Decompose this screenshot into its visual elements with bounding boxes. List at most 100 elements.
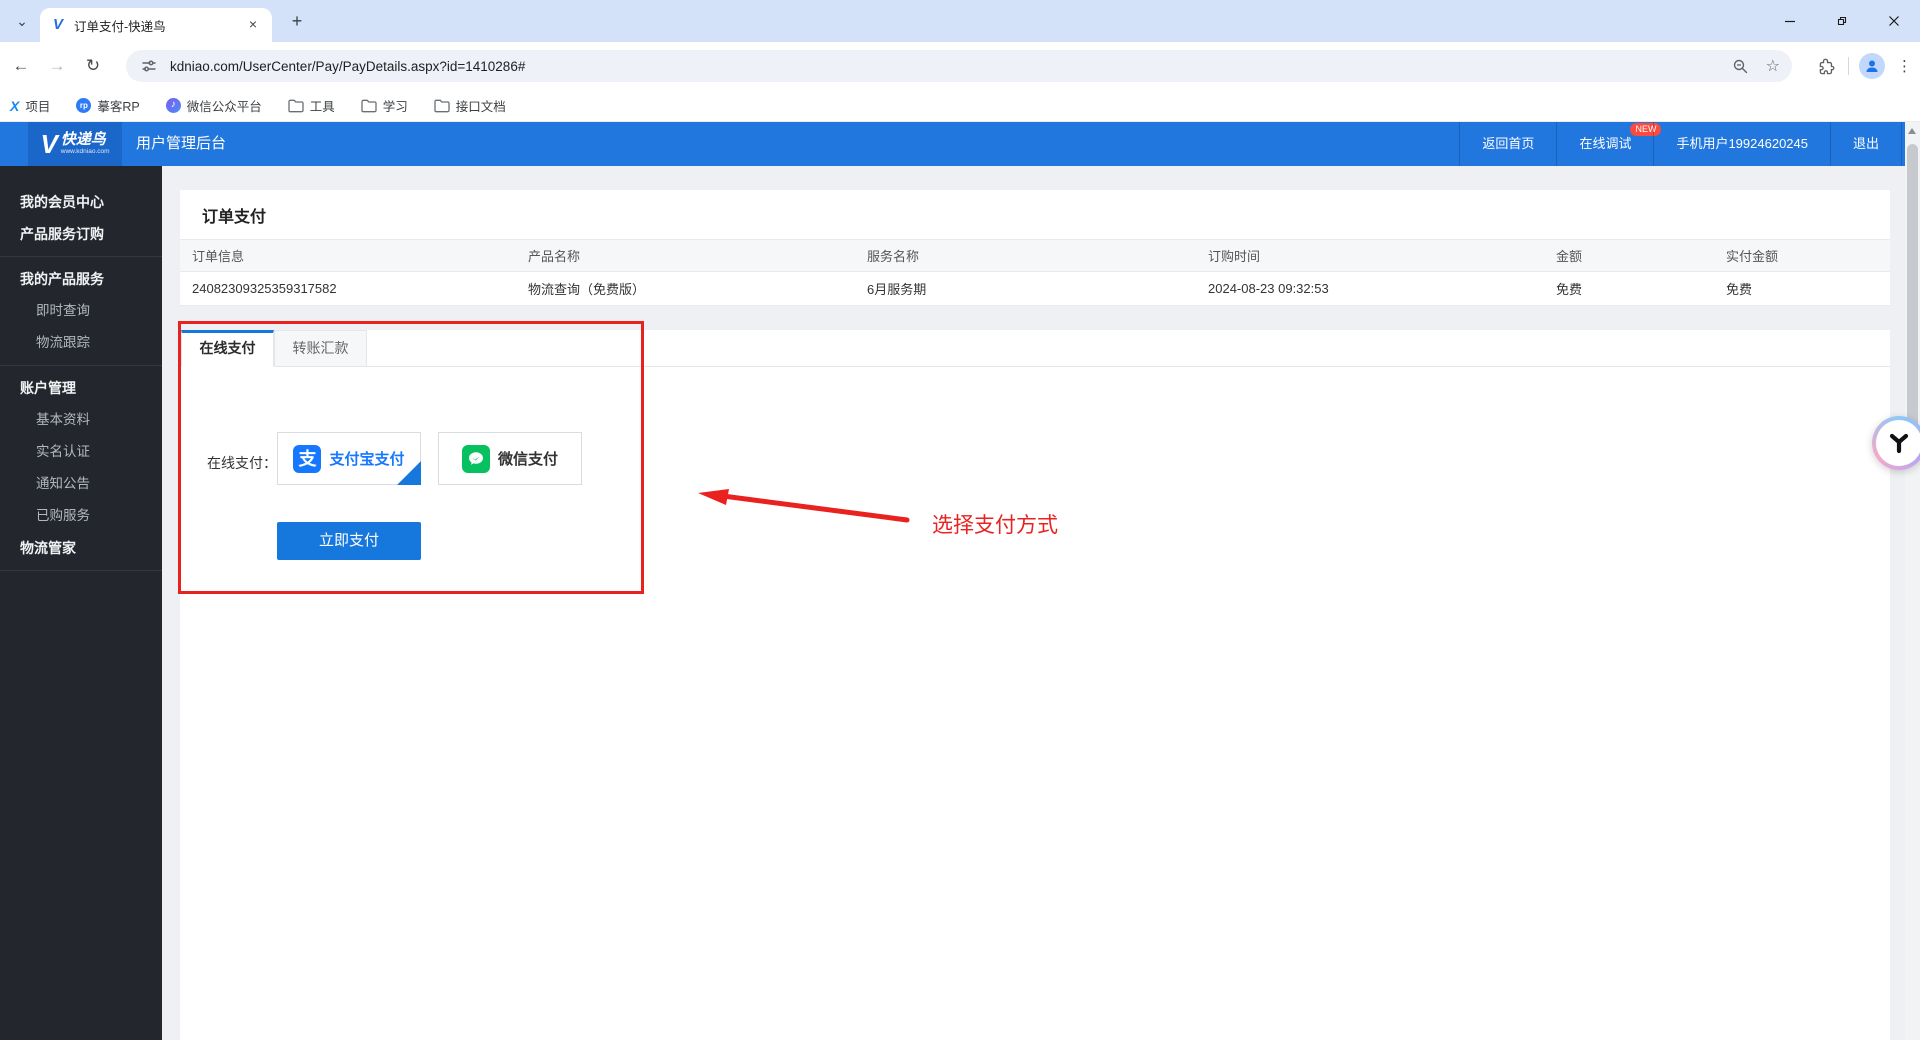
kdniao-favicon-icon: V [52, 16, 63, 33]
bookmark-folder[interactable]: 工具 [288, 96, 335, 115]
site-header: V 快递鸟 www.kdniao.com 用户管理后台 返回首页 在线调试 NE… [0, 122, 1920, 166]
floating-assistant-widget[interactable] [1872, 416, 1920, 470]
floating-widget-inner [1876, 420, 1920, 466]
bookmark-star-icon[interactable]: ☆ [1766, 56, 1780, 76]
extensions-puzzle-icon[interactable] [1816, 55, 1838, 77]
product-name: 物流查询（免费版） [528, 282, 646, 297]
sidebar-item-purchased-services[interactable]: 已购服务 [0, 500, 162, 532]
bookmark-label: 项目 [25, 100, 51, 114]
wechat-pay-option[interactable]: 微信支付 [438, 432, 582, 485]
sidebar-item-member-center[interactable]: 我的会员中心 [0, 186, 162, 218]
bookmark-label: 工具 [309, 100, 335, 114]
sidebar-item-account-management[interactable]: 账户管理 [0, 372, 162, 404]
nav-logout-link[interactable]: 退出 [1829, 122, 1902, 166]
sidebar-item-my-services[interactable]: 我的产品服务 [0, 263, 162, 295]
new-tab-button[interactable]: + [284, 9, 310, 35]
sidebar-item-basic-info[interactable]: 基本资料 [0, 404, 162, 436]
alipay-label: 支付宝支付 [329, 451, 405, 468]
wechat-mp-icon: ♪ [165, 98, 181, 113]
sidebar-item-service-order[interactable]: 产品服务订购 [0, 218, 162, 250]
bookmark-folder[interactable]: 学习 [361, 96, 408, 115]
forward-icon[interactable]: → [42, 51, 72, 81]
sidebar-item-instant-query[interactable]: 即时查询 [0, 295, 162, 327]
nav-label: 在线调试 [1579, 136, 1632, 151]
folder-icon [288, 99, 304, 112]
tab-online-payment[interactable]: 在线支付 [181, 330, 274, 367]
x-logo-icon: X [10, 97, 20, 114]
folder-icon [434, 99, 450, 112]
nav-online-debug-link[interactable]: 在线调试 NEW [1556, 122, 1662, 166]
page-scrollbar[interactable] [1905, 122, 1920, 1040]
nav-user-account[interactable]: 手机用户19924620245 [1653, 122, 1830, 166]
portal-title: 用户管理后台 [136, 135, 227, 152]
bookmark-label: 接口文档 [455, 100, 506, 114]
sidebar-item-notices[interactable]: 通知公告 [0, 468, 162, 500]
scrollbar-thumb[interactable] [1907, 144, 1918, 434]
folder-icon [361, 99, 377, 112]
payment-section: 在线支付 转账汇款 在线支付： 支 支付宝支付 ✓ 微信支付 立即支付 [180, 330, 1890, 1040]
alipay-option[interactable]: 支 支付宝支付 ✓ [277, 432, 421, 507]
kdniao-v-icon: V [40, 129, 58, 159]
order-time: 2024-08-23 09:32:53 [1208, 281, 1329, 296]
selected-corner [397, 461, 421, 485]
browser-tab-strip: ⌄ V 订单支付-快递鸟 × + [0, 0, 1920, 42]
close-icon [1889, 16, 1899, 26]
bookmark-item[interactable]: rp 摹客RP [76, 96, 140, 115]
col-product-name: 产品名称 [528, 249, 581, 264]
toolbar-right: ⋮ [1816, 50, 1912, 82]
close-window-button[interactable] [1868, 0, 1920, 42]
selected-check-icon: ✓ [409, 495, 419, 507]
person-icon [1866, 60, 1878, 72]
browser-window: ⌄ V 订单支付-快递鸟 × + ← → ↻ kdniao.com/UserCe… [0, 0, 1920, 1040]
order-table-header: 订单信息 产品名称 服务名称 订购时间 金额 实付金额 [180, 239, 1890, 272]
bookmark-item[interactable]: ♪ 微信公众平台 [165, 96, 262, 115]
service-period: 6月服务期 [867, 282, 927, 297]
minimize-button[interactable] [1764, 0, 1816, 42]
toolbar-separator [1848, 57, 1849, 75]
sidebar-item-logistics-manager[interactable]: 物流管家 [0, 532, 162, 564]
site-settings-icon[interactable] [138, 55, 160, 77]
restore-button[interactable] [1816, 0, 1868, 42]
address-bar[interactable]: kdniao.com/UserCenter/Pay/PayDetails.asp… [126, 50, 1792, 82]
amount: 免费 [1556, 282, 1583, 297]
bookmark-item[interactable]: X 项目 [10, 96, 50, 115]
zoom-icon[interactable] [1730, 55, 1752, 77]
scrollbar-up-arrow[interactable] [1908, 128, 1916, 134]
window-controls [1764, 0, 1920, 42]
sidebar-item-real-name[interactable]: 实名认证 [0, 436, 162, 468]
header-nav: 返回首页 在线调试 NEW 手机用户19924620245 退出 [1459, 122, 1902, 166]
nav-home-link[interactable]: 返回首页 [1459, 122, 1556, 166]
minimize-icon [1785, 20, 1795, 23]
col-amount: 金额 [1556, 249, 1583, 264]
order-number: 24082309325359317582 [192, 281, 337, 296]
url-text[interactable]: kdniao.com/UserCenter/Pay/PayDetails.asp… [170, 59, 1730, 74]
order-table-row: 24082309325359317582 物流查询（免费版） 6月服务期 202… [180, 272, 1890, 306]
wechat-pay-label: 微信支付 [497, 451, 558, 468]
bookmark-folder[interactable]: 接口文档 [434, 96, 506, 115]
sidebar-divider [0, 365, 162, 366]
online-pay-label: 在线支付： [207, 455, 277, 471]
back-icon[interactable]: ← [6, 51, 36, 81]
tab-bank-transfer[interactable]: 转账汇款 [274, 330, 367, 367]
col-order-time: 订购时间 [1208, 249, 1261, 264]
restore-icon [1837, 16, 1847, 26]
sidebar-divider [0, 570, 162, 571]
bookmarks-bar: X 项目 rp 摹客RP ♪ 微信公众平台 工具 学习 接口文档 [0, 90, 1920, 122]
reload-icon[interactable]: ↻ [78, 51, 108, 81]
paid-amount: 免费 [1726, 282, 1753, 297]
browser-menu-icon[interactable]: ⋮ [1897, 57, 1912, 75]
pay-now-button[interactable]: 立即支付 [277, 522, 421, 560]
claw-icon [1889, 433, 1909, 454]
profile-avatar[interactable] [1859, 53, 1885, 79]
tab-title: 订单支付-快递鸟 [74, 19, 166, 34]
logo-name: 快递鸟 [60, 131, 106, 149]
sidebar-item-logistics-tracking[interactable]: 物流跟踪 [0, 327, 162, 359]
tab-close-icon[interactable]: × [244, 16, 262, 34]
logo-site: www.kdniao.com [60, 148, 110, 156]
browser-tab[interactable]: V 订单支付-快递鸟 × [40, 8, 272, 42]
wechat-pay-icon [461, 444, 490, 473]
col-paid-amount: 实付金额 [1726, 249, 1779, 264]
kdniao-logo[interactable]: V 快递鸟 www.kdniao.com [28, 122, 122, 166]
tab-search-chevron-icon[interactable]: ⌄ [10, 10, 34, 34]
sidebar: 我的会员中心 产品服务订购 我的产品服务 即时查询 物流跟踪 账户管理 基本资料… [0, 166, 162, 1040]
